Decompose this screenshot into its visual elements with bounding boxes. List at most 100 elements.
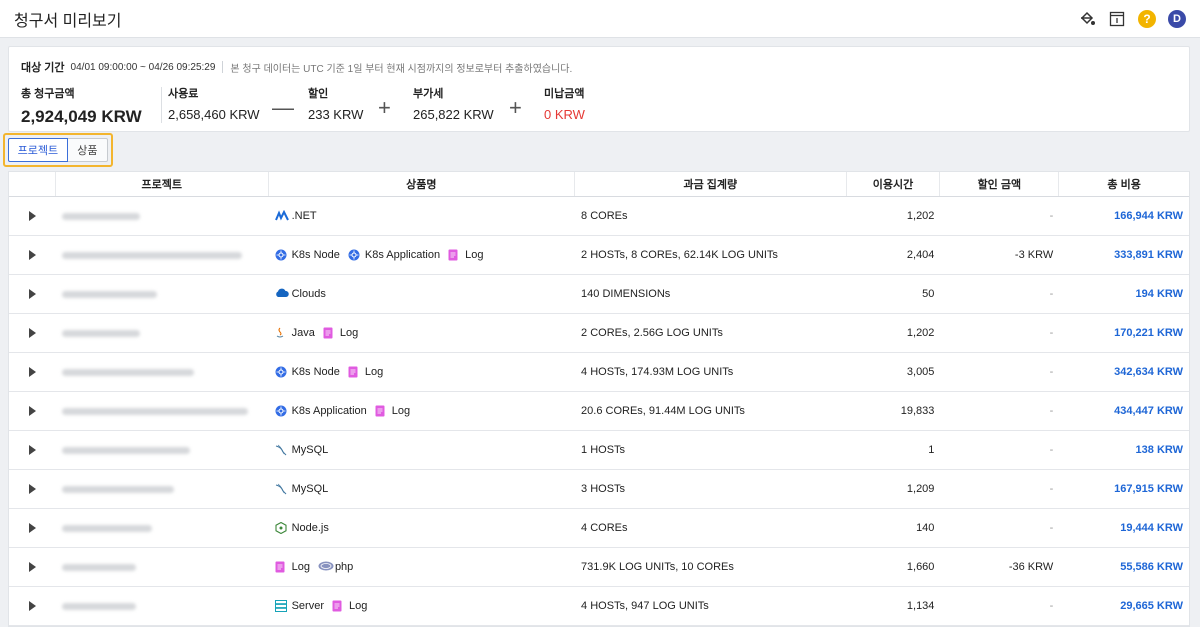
usage-amount: 731.9K LOG UNITs, 10 COREs (581, 561, 734, 573)
vat-label: 부가세 (413, 88, 444, 100)
expand-row-button[interactable] (9, 431, 56, 469)
expand-row-button[interactable] (9, 275, 56, 313)
log-icon (332, 600, 344, 612)
expand-row-button[interactable] (9, 353, 56, 391)
product-tag: MySQL (275, 444, 328, 456)
discount-amount-cell: - (940, 353, 1059, 391)
table-row[interactable]: .NET 8 COREs 1,202 - 166,944 KRW (9, 197, 1189, 236)
table-row[interactable]: Clouds 140 DIMENSIONs 50 - 194 KRW (9, 275, 1189, 314)
user-avatar-button[interactable]: D (1166, 8, 1188, 30)
expand-row-button[interactable] (9, 509, 56, 547)
caret-right-icon (28, 289, 36, 299)
column-header-usage[interactable]: 과금 집계량 (575, 172, 847, 196)
product-name: K8s Node (291, 249, 340, 261)
discount-amount-cell: - (940, 314, 1059, 352)
product-name: Log (465, 249, 484, 261)
redacted-project-name (61, 368, 194, 376)
usage-hours: 50 (922, 288, 935, 300)
k8s-icon (275, 366, 287, 378)
total-cost-cell: 29,665 KRW (1059, 587, 1189, 625)
column-header-product[interactable]: 상품명 (269, 172, 576, 196)
paint-bucket-icon[interactable] (1076, 8, 1098, 30)
product-tag: Clouds (275, 288, 326, 300)
help-button[interactable]: ? (1136, 8, 1158, 30)
table-row[interactable]: K8s Node Log 4 HOSTs, 174.93M LOG UNITs 3,0… (9, 353, 1189, 392)
total-cost[interactable]: 29,665 KRW (1120, 600, 1183, 612)
redacted-project-name (61, 212, 140, 220)
usage-amount-cell: 2 COREs, 2.56G LOG UNITs (575, 314, 847, 352)
caret-right-icon (28, 328, 36, 338)
cloud-icon (275, 288, 289, 300)
period-range: 04/01 09:00:00 ~ 04/26 09:25:29 (70, 61, 216, 73)
total-cost[interactable]: 166,944 KRW (1114, 210, 1183, 222)
expand-column-header (9, 172, 56, 196)
table-row[interactable]: K8s Node K8s Application Log 2 HOSTs, 8 COR… (9, 236, 1189, 275)
expand-row-button[interactable] (9, 236, 56, 274)
expand-row-button[interactable] (9, 314, 56, 352)
project-cell (56, 548, 269, 586)
redacted-project-name (61, 485, 174, 493)
total-cost[interactable]: 167,915 KRW (1114, 483, 1183, 495)
log-icon (275, 561, 287, 573)
project-cell (56, 353, 269, 391)
page-title: 청구서 미리보기 (14, 12, 122, 30)
expand-row-button[interactable] (9, 587, 56, 625)
unpaid: 미납금액 0 KRW (544, 85, 585, 122)
total-cost-cell: 342,634 KRW (1059, 353, 1189, 391)
total-cost[interactable]: 55,586 KRW (1120, 561, 1183, 573)
expand-row-button[interactable] (9, 470, 56, 508)
column-header-discount[interactable]: 할인 금액 (940, 172, 1060, 196)
product-tag: MySQL (275, 483, 328, 495)
expand-row-button[interactable] (9, 548, 56, 586)
total-cost[interactable]: 170,221 KRW (1114, 327, 1183, 339)
total-value: 2,924,049 KRW (21, 107, 142, 126)
header-actions: ? D (1076, 8, 1188, 30)
project-view-button[interactable]: 프로젝트 (8, 138, 68, 162)
product-view-button[interactable]: 상품 (67, 138, 108, 162)
expand-row-button[interactable] (9, 392, 56, 430)
discount-amount: - (1049, 483, 1054, 495)
total-label: 총 청구금액 (21, 88, 75, 100)
info-panel-icon[interactable] (1106, 8, 1128, 30)
caret-right-icon (28, 250, 36, 260)
usage-amount-cell: 4 COREs (575, 509, 847, 547)
unpaid-label: 미납금액 (544, 88, 585, 100)
expand-row-button[interactable] (9, 197, 56, 235)
total-cost-cell: 434,447 KRW (1059, 392, 1189, 430)
billing-summary: 대상 기간 04/01 09:00:00 ~ 04/26 09:25:29 본 … (8, 46, 1190, 132)
column-header-total[interactable]: 총 비용 (1059, 172, 1189, 196)
total-cost[interactable]: 434,447 KRW (1114, 405, 1183, 417)
product-name: K8s Node (291, 366, 340, 378)
total-cost[interactable]: 333,891 KRW (1114, 249, 1183, 261)
table-row[interactable]: Java Log 2 COREs, 2.56G LOG UNITs 1,202 - 170… (9, 314, 1189, 353)
total-cost[interactable]: 194 KRW (1136, 288, 1183, 300)
product-cell: K8s Application Log (269, 392, 575, 430)
product-name: K8s Application (364, 249, 441, 261)
table-row[interactable]: MySQL 1 HOSTs 1 - 138 KRW (9, 431, 1189, 470)
discount-value: 233 KRW (308, 107, 364, 122)
redacted-project-name (61, 563, 136, 571)
total-cost[interactable]: 138 KRW (1136, 444, 1183, 456)
column-header-hours[interactable]: 이용시간 (847, 172, 941, 196)
table-row[interactable]: Server Log 4 HOSTs, 947 LOG UNITs 1,134 - 29,… (9, 587, 1189, 626)
usage-hours-cell: 3,005 (847, 353, 941, 391)
table-row[interactable]: MySQL 3 HOSTs 1,209 - 167,915 KRW (9, 470, 1189, 509)
redacted-project-name (61, 407, 248, 415)
caret-right-icon (28, 445, 36, 455)
total-cost[interactable]: 19,444 KRW (1120, 522, 1183, 534)
column-header-project[interactable]: 프로젝트 (56, 172, 269, 196)
mysql-icon (275, 444, 287, 456)
table-header: 프로젝트 상품명 과금 집계량 이용시간 할인 금액 총 비용 (9, 172, 1189, 197)
totals-row: 총 청구금액 2,924,049 KRW 사용료 2,658,460 KRW —… (21, 85, 1177, 126)
table-row[interactable]: Node.js 4 COREs 140 - 19,444 KRW (9, 509, 1189, 548)
product-cell: MySQL (269, 431, 575, 469)
discount-amount: - (1049, 522, 1054, 534)
billing-table: 프로젝트 상품명 과금 집계량 이용시간 할인 금액 총 비용 .NET 8 CO… (8, 171, 1190, 627)
discount-amount: -3 KRW (1014, 249, 1054, 261)
product-name: Clouds (291, 288, 326, 300)
total-cost[interactable]: 342,634 KRW (1114, 366, 1183, 378)
table-row[interactable]: K8s Application Log 20.6 COREs, 91.44M LOG… (9, 392, 1189, 431)
product-name: Log (339, 327, 359, 339)
table-row[interactable]: Log php 731.9K LOG UNITs, 10 COREs 1,660 -36… (9, 548, 1189, 587)
product-tag: Log (275, 561, 310, 573)
